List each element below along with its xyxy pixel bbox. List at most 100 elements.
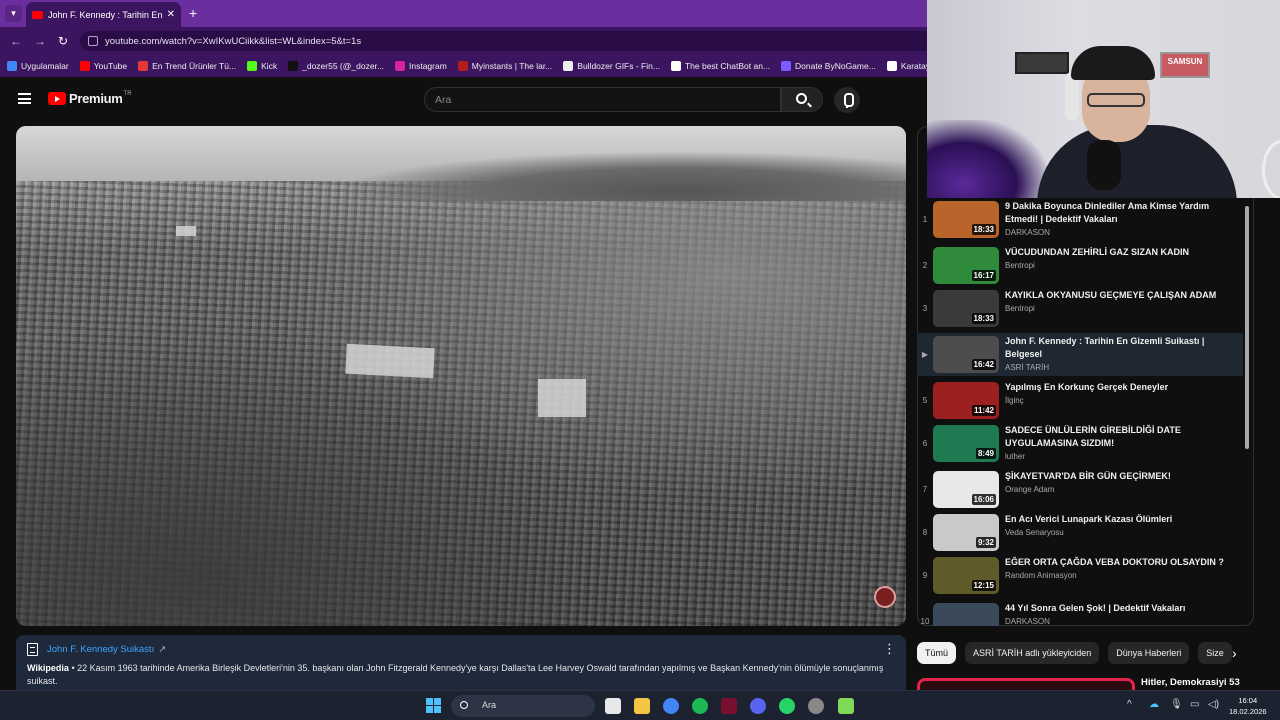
channel-name[interactable]: Bentropi <box>1005 261 1230 270</box>
video-title[interactable]: VÜCUDUNDAN ZEHİRLİ GAZ SIZAN KADIN <box>1005 246 1230 259</box>
browser-tab-active[interactable]: John F. Kennedy : Tarihin En Gizemli ✕ <box>26 2 181 27</box>
playlist-item[interactable]: 2 16:17 VÜCUDUNDAN ZEHİRLİ GAZ SIZAN KADIN… <box>917 244 1243 287</box>
video-thumbnail[interactable]: 9:32 <box>933 514 999 551</box>
video-thumbnail[interactable]: 16:06 <box>933 471 999 508</box>
filter-chip[interactable]: Dünya Haberleri <box>1108 642 1190 664</box>
video-thumbnail[interactable]: 12:15 <box>933 557 999 594</box>
tray-chevron-icon[interactable]: ^ <box>1127 699 1132 710</box>
video-title[interactable]: SADECE ÜNLÜLERİN GİREBİLDİĞİ DATE UYGULA… <box>1005 424 1230 450</box>
video-title[interactable]: 9 Dakika Boyunca Dinlediler Ama Kimse Ya… <box>1005 200 1230 226</box>
bookmark-label: En Trend Ürünler Tü... <box>152 61 237 71</box>
search-input[interactable]: Ara <box>424 87 781 112</box>
video-thumbnail[interactable] <box>933 603 999 626</box>
whatsapp-icon[interactable] <box>779 698 795 714</box>
chrome-icon[interactable] <box>663 698 679 714</box>
channel-name[interactable]: DARKASON <box>1005 228 1230 237</box>
discord-icon[interactable] <box>750 698 766 714</box>
site-info-icon[interactable] <box>88 36 98 46</box>
voice-search-icon[interactable] <box>834 87 860 113</box>
app-icon[interactable] <box>721 698 737 714</box>
video-title[interactable]: John F. Kennedy : Tarihin En Gizemli Sui… <box>1005 335 1230 361</box>
back-arrow-icon[interactable]: ← <box>10 34 22 48</box>
playlist-item[interactable]: 8 9:32 En Acı Verici Lunapark Kazası Ölüml… <box>917 511 1243 554</box>
menu-icon[interactable] <box>18 93 31 104</box>
obs-icon[interactable] <box>808 698 824 714</box>
channel-name[interactable]: luther <box>1005 452 1230 461</box>
bookmark-item[interactable]: Myinstants | The lar... <box>457 61 552 71</box>
spotify-icon[interactable] <box>692 698 708 714</box>
playlist-index: ▶ <box>921 350 929 359</box>
tab-search-icon[interactable]: ▾ <box>5 5 22 22</box>
video-thumbnail[interactable]: 8:49 <box>933 425 999 462</box>
bookmark-item[interactable]: Kick <box>247 61 277 71</box>
forward-arrow-icon[interactable]: → <box>34 34 46 48</box>
more-options-icon[interactable]: ⋮ <box>883 642 896 655</box>
playlist-item[interactable]: 9 12:15 EĞER ORTA ÇAĞDA VEBA DOKTORU OLSAY… <box>917 554 1243 597</box>
bookmark-item[interactable]: Bulldozer GIFs - Fin... <box>563 61 660 71</box>
playlist-item[interactable]: 1 18:33 9 Dakika Boyunca Dinlediler Ama Ki… <box>917 198 1243 241</box>
windows-start-icon[interactable] <box>426 698 441 713</box>
video-thumbnail[interactable]: 16:42 <box>933 336 999 373</box>
video-player[interactable] <box>16 126 906 626</box>
bookmark-item[interactable]: Karatay Belediyesi <box>886 61 927 71</box>
filter-chip[interactable]: Size <box>1198 642 1232 664</box>
channel-name[interactable]: Orange Adam <box>1005 485 1230 494</box>
file-explorer-icon[interactable] <box>605 698 621 714</box>
channel-name[interactable]: DARKASON <box>1005 617 1230 626</box>
search-button[interactable] <box>781 87 823 112</box>
bookmark-item[interactable]: _dozer55 (@_dozer... <box>288 61 384 71</box>
video-thumbnail[interactable]: 18:33 <box>933 290 999 327</box>
video-title[interactable]: Yapılmış En Korkunç Gerçek Deneyler <box>1005 381 1230 394</box>
bookmark-item[interactable]: Uygulamalar <box>7 61 69 71</box>
new-tab-button[interactable]: + <box>189 5 197 21</box>
playlist-index: 5 <box>922 396 928 405</box>
channel-name[interactable]: ASRİ TARİH <box>1005 363 1230 372</box>
bookmark-item[interactable]: Donate ByNoGame... <box>781 61 876 71</box>
system-clock[interactable]: 16:04 18.02.2026 <box>1229 695 1267 717</box>
playlist-scrollbar[interactable] <box>1245 206 1249 449</box>
store-icon[interactable] <box>634 698 650 714</box>
video-frame-trees <box>336 151 906 201</box>
channel-name[interactable]: Random Animasyon <box>1005 571 1230 580</box>
external-link-icon[interactable]: ↗ <box>158 644 166 655</box>
video-thumbnail[interactable]: 18:33 <box>933 201 999 238</box>
video-title[interactable]: ŞİKAYETVAR'DA BİR GÜN GEÇİRMEK! <box>1005 470 1230 483</box>
video-title[interactable]: EĞER ORTA ÇAĞDA VEBA DOKTORU OLSAYDIN ? <box>1005 556 1230 569</box>
bookmark-item[interactable]: Instagram <box>395 61 447 71</box>
taskbar-search[interactable]: Ara <box>451 695 595 717</box>
info-title-link[interactable]: John F. Kennedy Suikastı <box>47 644 154 655</box>
microphone-icon[interactable]: 🎙 <box>1170 699 1183 710</box>
youtube-premium-logo[interactable]: Premium TR <box>48 91 132 106</box>
playlist-item[interactable]: 10 44 Yıl Sonra Gelen Şok! | Dedektif Vak… <box>917 600 1243 626</box>
playlist-item[interactable]: 3 18:33 KAYIKLA OKYANUSU GEÇMEYE ÇALIŞAN A… <box>917 287 1243 330</box>
bookmark-item[interactable]: YouTube <box>79 61 127 71</box>
channel-name[interactable]: Bentropi <box>1005 304 1230 313</box>
filter-chip[interactable]: Tümü <box>917 642 957 664</box>
url-bar[interactable]: youtube.com/watch?v=XwIKwUCiikk&list=WL&… <box>80 31 927 51</box>
channel-watermark-icon[interactable] <box>874 586 896 608</box>
reload-icon[interactable]: ↻ <box>58 34 68 48</box>
video-frame-banner <box>345 343 435 379</box>
tab-close-icon[interactable]: ✕ <box>167 9 175 20</box>
bookmark-item[interactable]: The best ChatBot an... <box>670 61 770 71</box>
playlist-item[interactable]: 7 16:06 ŞİKAYETVAR'DA BİR GÜN GEÇİRMEK! Ora… <box>917 468 1243 511</box>
channel-name[interactable]: İlginç <box>1005 396 1230 405</box>
volume-icon[interactable]: ◁) <box>1208 699 1219 710</box>
channel-name[interactable]: Veda Senaryosu <box>1005 528 1230 537</box>
playlist-item[interactable]: 5 11:42 Yapılmış En Korkunç Gerçek Deneyle… <box>917 379 1243 422</box>
related-video-title[interactable]: Hitler, Demokrasiyi 53 <box>1141 677 1240 688</box>
video-title[interactable]: KAYIKLA OKYANUSU GEÇMEYE ÇALIŞAN ADAM <box>1005 289 1230 302</box>
video-thumbnail[interactable]: 11:42 <box>933 382 999 419</box>
bookmark-item[interactable]: En Trend Ürünler Tü... <box>138 61 236 71</box>
playlist-index: 1 <box>922 215 928 224</box>
video-title[interactable]: 44 Yıl Sonra Gelen Şok! | Dedektif Vakal… <box>1005 602 1230 615</box>
playlist-item[interactable]: 6 8:49 SADECE ÜNLÜLERİN GİREBİLDİĞİ DATE U… <box>917 422 1243 465</box>
filter-chip[interactable]: ASRİ TARİH adlı yükleyiciden <box>965 642 1100 664</box>
video-title[interactable]: En Acı Verici Lunapark Kazası Ölümleri <box>1005 513 1230 526</box>
playlist-item[interactable]: ▶ 16:42 John F. Kennedy : Tarihin En Gizem… <box>917 333 1243 376</box>
notepad-icon[interactable] <box>838 698 854 714</box>
video-thumbnail[interactable]: 16:17 <box>933 247 999 284</box>
network-icon[interactable]: ▭ <box>1190 699 1199 710</box>
cloud-icon[interactable]: ☁ <box>1149 699 1159 710</box>
chevron-right-icon[interactable]: › <box>1232 645 1237 661</box>
